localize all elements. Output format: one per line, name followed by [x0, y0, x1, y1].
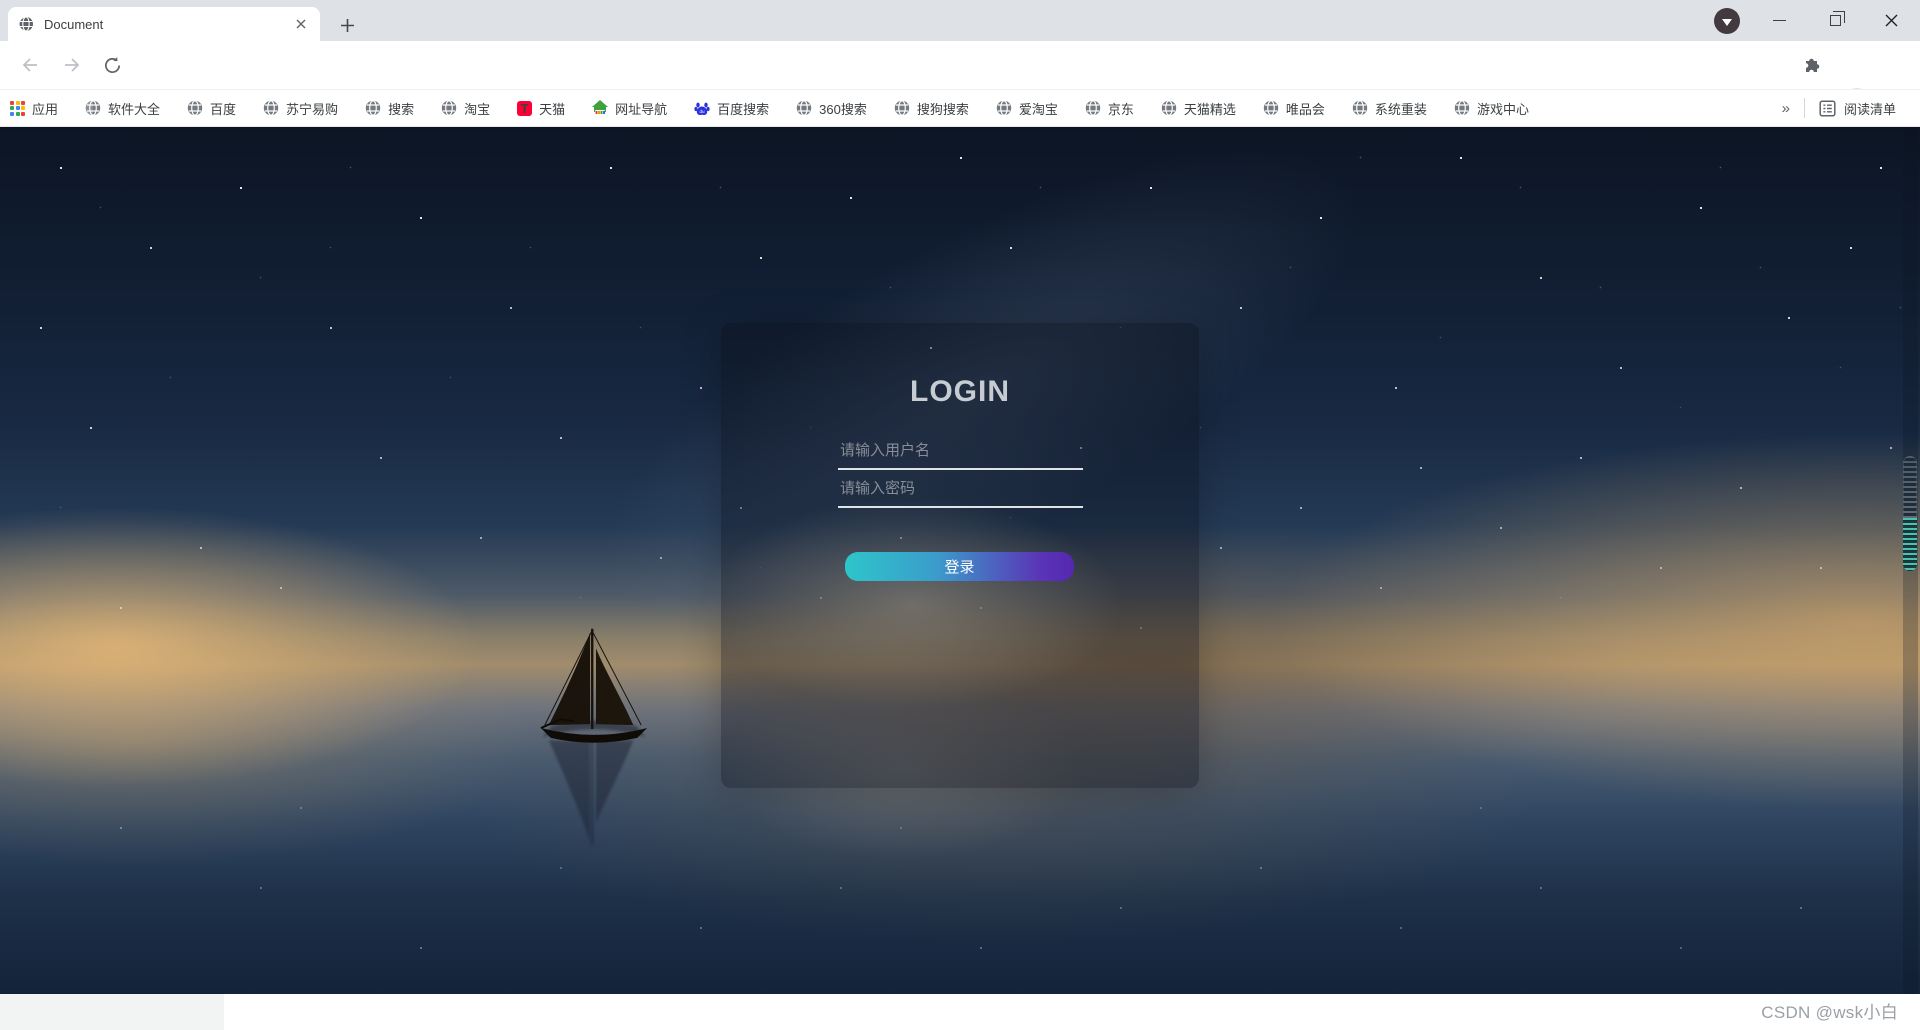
- globe-icon: [441, 100, 457, 116]
- restore-button[interactable]: [1812, 0, 1858, 41]
- reading-list-icon: [1819, 100, 1836, 117]
- water-sparkles: [0, 127, 2, 129]
- bookmark-item[interactable]: 搜索: [365, 99, 414, 118]
- globe-icon: [996, 100, 1012, 116]
- apps-grid-icon: [10, 101, 25, 116]
- globe-icon: [894, 100, 910, 116]
- bookmark-item[interactable]: 百度: [187, 99, 236, 118]
- bookmarks-bar: 应用 软件大全 百度 苏宁易购 搜索 淘宝 T 天猫 网址导航 du 百度搜索 …: [0, 89, 1920, 127]
- globe-icon: [796, 100, 812, 116]
- sailboat-image: [535, 612, 653, 850]
- tab-globe-icon: [18, 16, 34, 32]
- page-scrollbar-thumb[interactable]: [1903, 456, 1917, 571]
- globe-icon: [365, 100, 381, 116]
- new-tab-button[interactable]: [334, 12, 360, 38]
- toolbar: 127.0.0.1:5500/3-登录.html: [0, 41, 1920, 89]
- login-title: LOGIN: [721, 375, 1199, 409]
- forward-icon[interactable]: [58, 49, 90, 81]
- bottom-strip: CSDN @wsk小白: [0, 994, 1920, 1030]
- globe-icon: [187, 100, 203, 116]
- login-card: LOGIN 登录: [721, 323, 1199, 788]
- globe-icon: [1161, 100, 1177, 116]
- bookmark-item[interactable]: 系统重装: [1352, 99, 1427, 118]
- globe-icon: [1263, 100, 1279, 116]
- page-background: LOGIN 登录: [0, 127, 1920, 994]
- svg-text:du: du: [700, 109, 706, 114]
- bookmark-item[interactable]: 360搜索: [796, 99, 867, 118]
- globe-icon: [1352, 100, 1368, 116]
- reading-list-button[interactable]: 阅读清单: [1819, 99, 1896, 118]
- username-input[interactable]: [838, 433, 1083, 470]
- browser-update-icon[interactable]: [1714, 8, 1740, 34]
- tab-title: Document: [44, 17, 292, 32]
- bookmark-baidu[interactable]: du 百度搜索: [694, 99, 769, 118]
- back-icon[interactable]: [12, 49, 44, 81]
- bookmark-item[interactable]: 爱淘宝: [996, 99, 1058, 118]
- bookmark-apps[interactable]: 应用: [10, 99, 58, 118]
- bookmark-tmall[interactable]: T 天猫: [517, 99, 565, 118]
- bottom-left-panel: [0, 994, 224, 1030]
- bookmark-item[interactable]: 苏宁易购: [263, 99, 338, 118]
- tmall-icon: T: [517, 101, 532, 116]
- globe-icon: [1085, 100, 1101, 116]
- browser-tab[interactable]: Document: [8, 7, 320, 41]
- close-button[interactable]: [1868, 0, 1914, 41]
- bookmarks-overflow-chevron[interactable]: »: [1782, 100, 1790, 117]
- globe-icon: [263, 100, 279, 116]
- bookmark-item[interactable]: 搜狗搜索: [894, 99, 969, 118]
- bookmark-item[interactable]: 游戏中心: [1454, 99, 1529, 118]
- bookmark-item[interactable]: 京东: [1085, 99, 1134, 118]
- bookmark-item[interactable]: 淘宝: [441, 99, 490, 118]
- globe-icon: [85, 100, 101, 116]
- minimize-button[interactable]: [1756, 0, 1802, 41]
- bookmarks-divider: [1804, 98, 1805, 118]
- bookmark-item[interactable]: 唯品会: [1263, 99, 1325, 118]
- bookmark-item[interactable]: 软件大全: [85, 99, 160, 118]
- refresh-icon[interactable]: [96, 49, 128, 81]
- house-2345-icon: [592, 100, 608, 116]
- globe-icon: [1454, 100, 1470, 116]
- tab-close-icon[interactable]: [292, 15, 310, 33]
- csdn-watermark: CSDN @wsk小白: [1761, 998, 1898, 1023]
- bookmark-2345[interactable]: 网址导航: [592, 99, 667, 118]
- extensions-puzzle-icon[interactable]: [1797, 48, 1829, 80]
- password-input[interactable]: [838, 471, 1083, 508]
- bookmark-item[interactable]: 天猫精选: [1161, 99, 1236, 118]
- tab-strip: Document: [0, 0, 1920, 41]
- login-button[interactable]: 登录: [845, 552, 1074, 581]
- baidu-paw-icon: du: [694, 100, 710, 116]
- scrollbar-teal-stripes: [1903, 518, 1917, 571]
